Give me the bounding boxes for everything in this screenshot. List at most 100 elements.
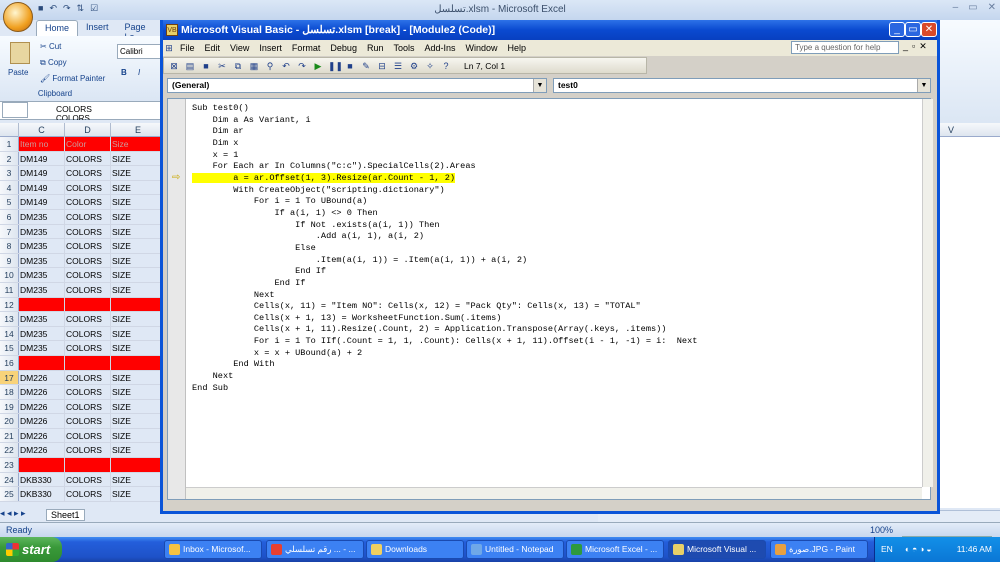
code-line[interactable]: Else [192, 243, 924, 255]
cell-c[interactable]: DM235 [19, 268, 65, 282]
check-icon[interactable]: ☑ [90, 3, 98, 17]
undo-icon[interactable]: ↶ [49, 3, 57, 17]
tray-icons[interactable]: ◐◓◑◒ [905, 537, 934, 562]
code-line[interactable]: Dim ar [192, 126, 924, 138]
cell-d[interactable]: COLORS [65, 180, 111, 195]
cell-e[interactable]: SIZE [111, 282, 166, 297]
find-icon[interactable]: ⚲ [264, 60, 276, 72]
redo-icon[interactable]: ↷ [63, 3, 71, 17]
row-header[interactable]: 24 [0, 472, 19, 487]
code-line[interactable]: If a(i, 1) <> 0 Then [192, 208, 924, 220]
save-icon[interactable]: ■ [200, 60, 212, 72]
excel-view-icon[interactable]: ⊠ [168, 60, 180, 72]
help-icon[interactable]: ? [440, 60, 452, 72]
cell-c[interactable]: DM149 [19, 195, 65, 209]
taskbar-item[interactable]: رقم تسلسلي ... - ... [266, 540, 364, 559]
menu-edit[interactable]: Edit [200, 43, 226, 53]
save-icon[interactable]: ■ [38, 3, 43, 17]
procedure-combo[interactable]: test0 ▼ [553, 78, 931, 93]
cell-c[interactable]: DM149 [19, 180, 65, 195]
row-header[interactable]: 3 [0, 166, 19, 180]
restore-icon[interactable]: ▭ [968, 2, 977, 13]
format-painter-button[interactable]: 🖌 Format Painter [40, 74, 105, 83]
cell-c[interactable]: DM226 [19, 370, 65, 385]
object-combo[interactable]: (General) ▼ [167, 78, 547, 93]
taskbar-item[interactable]: Microsoft Excel - ... [566, 540, 664, 559]
cell-d[interactable]: COLORS [65, 341, 111, 355]
italic-button[interactable]: I [138, 68, 140, 77]
cell-e[interactable] [111, 458, 166, 472]
cell-e[interactable]: SIZE [111, 195, 166, 209]
cell-d[interactable]: COLORS [65, 399, 111, 414]
insert-module-icon[interactable]: ▤ [184, 60, 196, 72]
code-text[interactable]: Sub test0() Dim a As Variant, i Dim ar D… [192, 103, 924, 394]
vertical-scrollbar[interactable] [922, 99, 933, 487]
cell-e[interactable]: SIZE [111, 312, 166, 326]
row-header[interactable]: 17 [0, 370, 19, 385]
cell-e[interactable]: SIZE [111, 370, 166, 385]
row-header[interactable]: 23 [0, 458, 19, 472]
row-header[interactable]: 2 [0, 151, 19, 166]
cell-d[interactable] [65, 458, 111, 472]
row-header[interactable]: 25 [0, 487, 19, 501]
code-line[interactable]: x = x + UBound(a) + 2 [192, 348, 924, 360]
code-line[interactable]: End Sub [192, 383, 924, 395]
cell-e[interactable]: Size [111, 137, 166, 151]
cell-c[interactable]: DM226 [19, 414, 65, 428]
code-line[interactable]: With CreateObject("scripting.dictionary"… [192, 185, 924, 197]
cell-c[interactable]: DM235 [19, 326, 65, 341]
minimize-button[interactable]: _ [889, 22, 905, 37]
cell-e[interactable]: SIZE [111, 239, 166, 253]
mdi-controls[interactable]: _▫✕ [903, 41, 931, 52]
cell-e[interactable] [111, 355, 166, 370]
cell-d[interactable]: COLORS [65, 239, 111, 253]
code-line[interactable]: End With [192, 359, 924, 371]
cell-c[interactable]: DKB330 [19, 472, 65, 487]
paste-icon[interactable]: ▦ [248, 60, 260, 72]
code-line[interactable]: .Add a(i, 1), a(i, 2) [192, 231, 924, 243]
cell-c[interactable]: DM235 [19, 209, 65, 224]
taskbar-item[interactable]: صورة.JPG - Paint [770, 540, 868, 559]
cell-c[interactable]: Item no [19, 137, 65, 151]
row-header[interactable]: 12 [0, 297, 19, 312]
menu-file[interactable]: File [175, 43, 200, 53]
cell-d[interactable]: COLORS [65, 282, 111, 297]
row-header[interactable]: 18 [0, 385, 19, 399]
toolbox-icon[interactable]: ✧ [424, 60, 436, 72]
cell-e[interactable] [111, 297, 166, 312]
tab-insert[interactable]: Insert [78, 20, 117, 36]
sheet-right-area[interactable] [940, 123, 1000, 508]
cell-d[interactable]: Color [65, 137, 111, 151]
cell-e[interactable]: SIZE [111, 399, 166, 414]
cell-e[interactable]: SIZE [111, 414, 166, 428]
cell-e[interactable]: SIZE [111, 180, 166, 195]
copy-button[interactable]: ⧉ Copy [40, 58, 67, 68]
code-line[interactable]: a = ar.Offset(1, 3).Resize(ar.Count - 1,… [192, 172, 924, 185]
row-header[interactable]: 13 [0, 312, 19, 326]
cell-d[interactable]: COLORS [65, 253, 111, 268]
cell-e[interactable]: SIZE [111, 443, 166, 458]
row-header[interactable]: 6 [0, 209, 19, 224]
code-line[interactable]: If Not .exists(a(i, 1)) Then [192, 220, 924, 232]
row-header[interactable]: 21 [0, 428, 19, 443]
cell-c[interactable]: DM235 [19, 312, 65, 326]
cell-d[interactable]: COLORS [65, 428, 111, 443]
menu-view[interactable]: View [225, 43, 254, 53]
name-box[interactable] [2, 102, 28, 118]
taskbar-item[interactable]: Untitled - Notepad [466, 540, 564, 559]
copy-icon[interactable]: ⧉ [232, 60, 244, 72]
project-explorer-icon[interactable]: ⊟ [376, 60, 388, 72]
office-button[interactable] [3, 2, 33, 32]
cell-c[interactable]: DM235 [19, 239, 65, 253]
break-icon[interactable]: ❚❚ [328, 60, 343, 72]
cell-e[interactable]: SIZE [111, 224, 166, 239]
menu-help[interactable]: Help [503, 43, 532, 53]
row-header[interactable]: 19 [0, 399, 19, 414]
design-mode-icon[interactable]: ✎ [360, 60, 372, 72]
menu-tools[interactable]: Tools [388, 43, 419, 53]
menu-window[interactable]: Window [461, 43, 503, 53]
cell-c[interactable]: DM235 [19, 253, 65, 268]
row-header[interactable]: 16 [0, 355, 19, 370]
cell-d[interactable] [65, 297, 111, 312]
row-header[interactable]: 1 [0, 137, 19, 151]
